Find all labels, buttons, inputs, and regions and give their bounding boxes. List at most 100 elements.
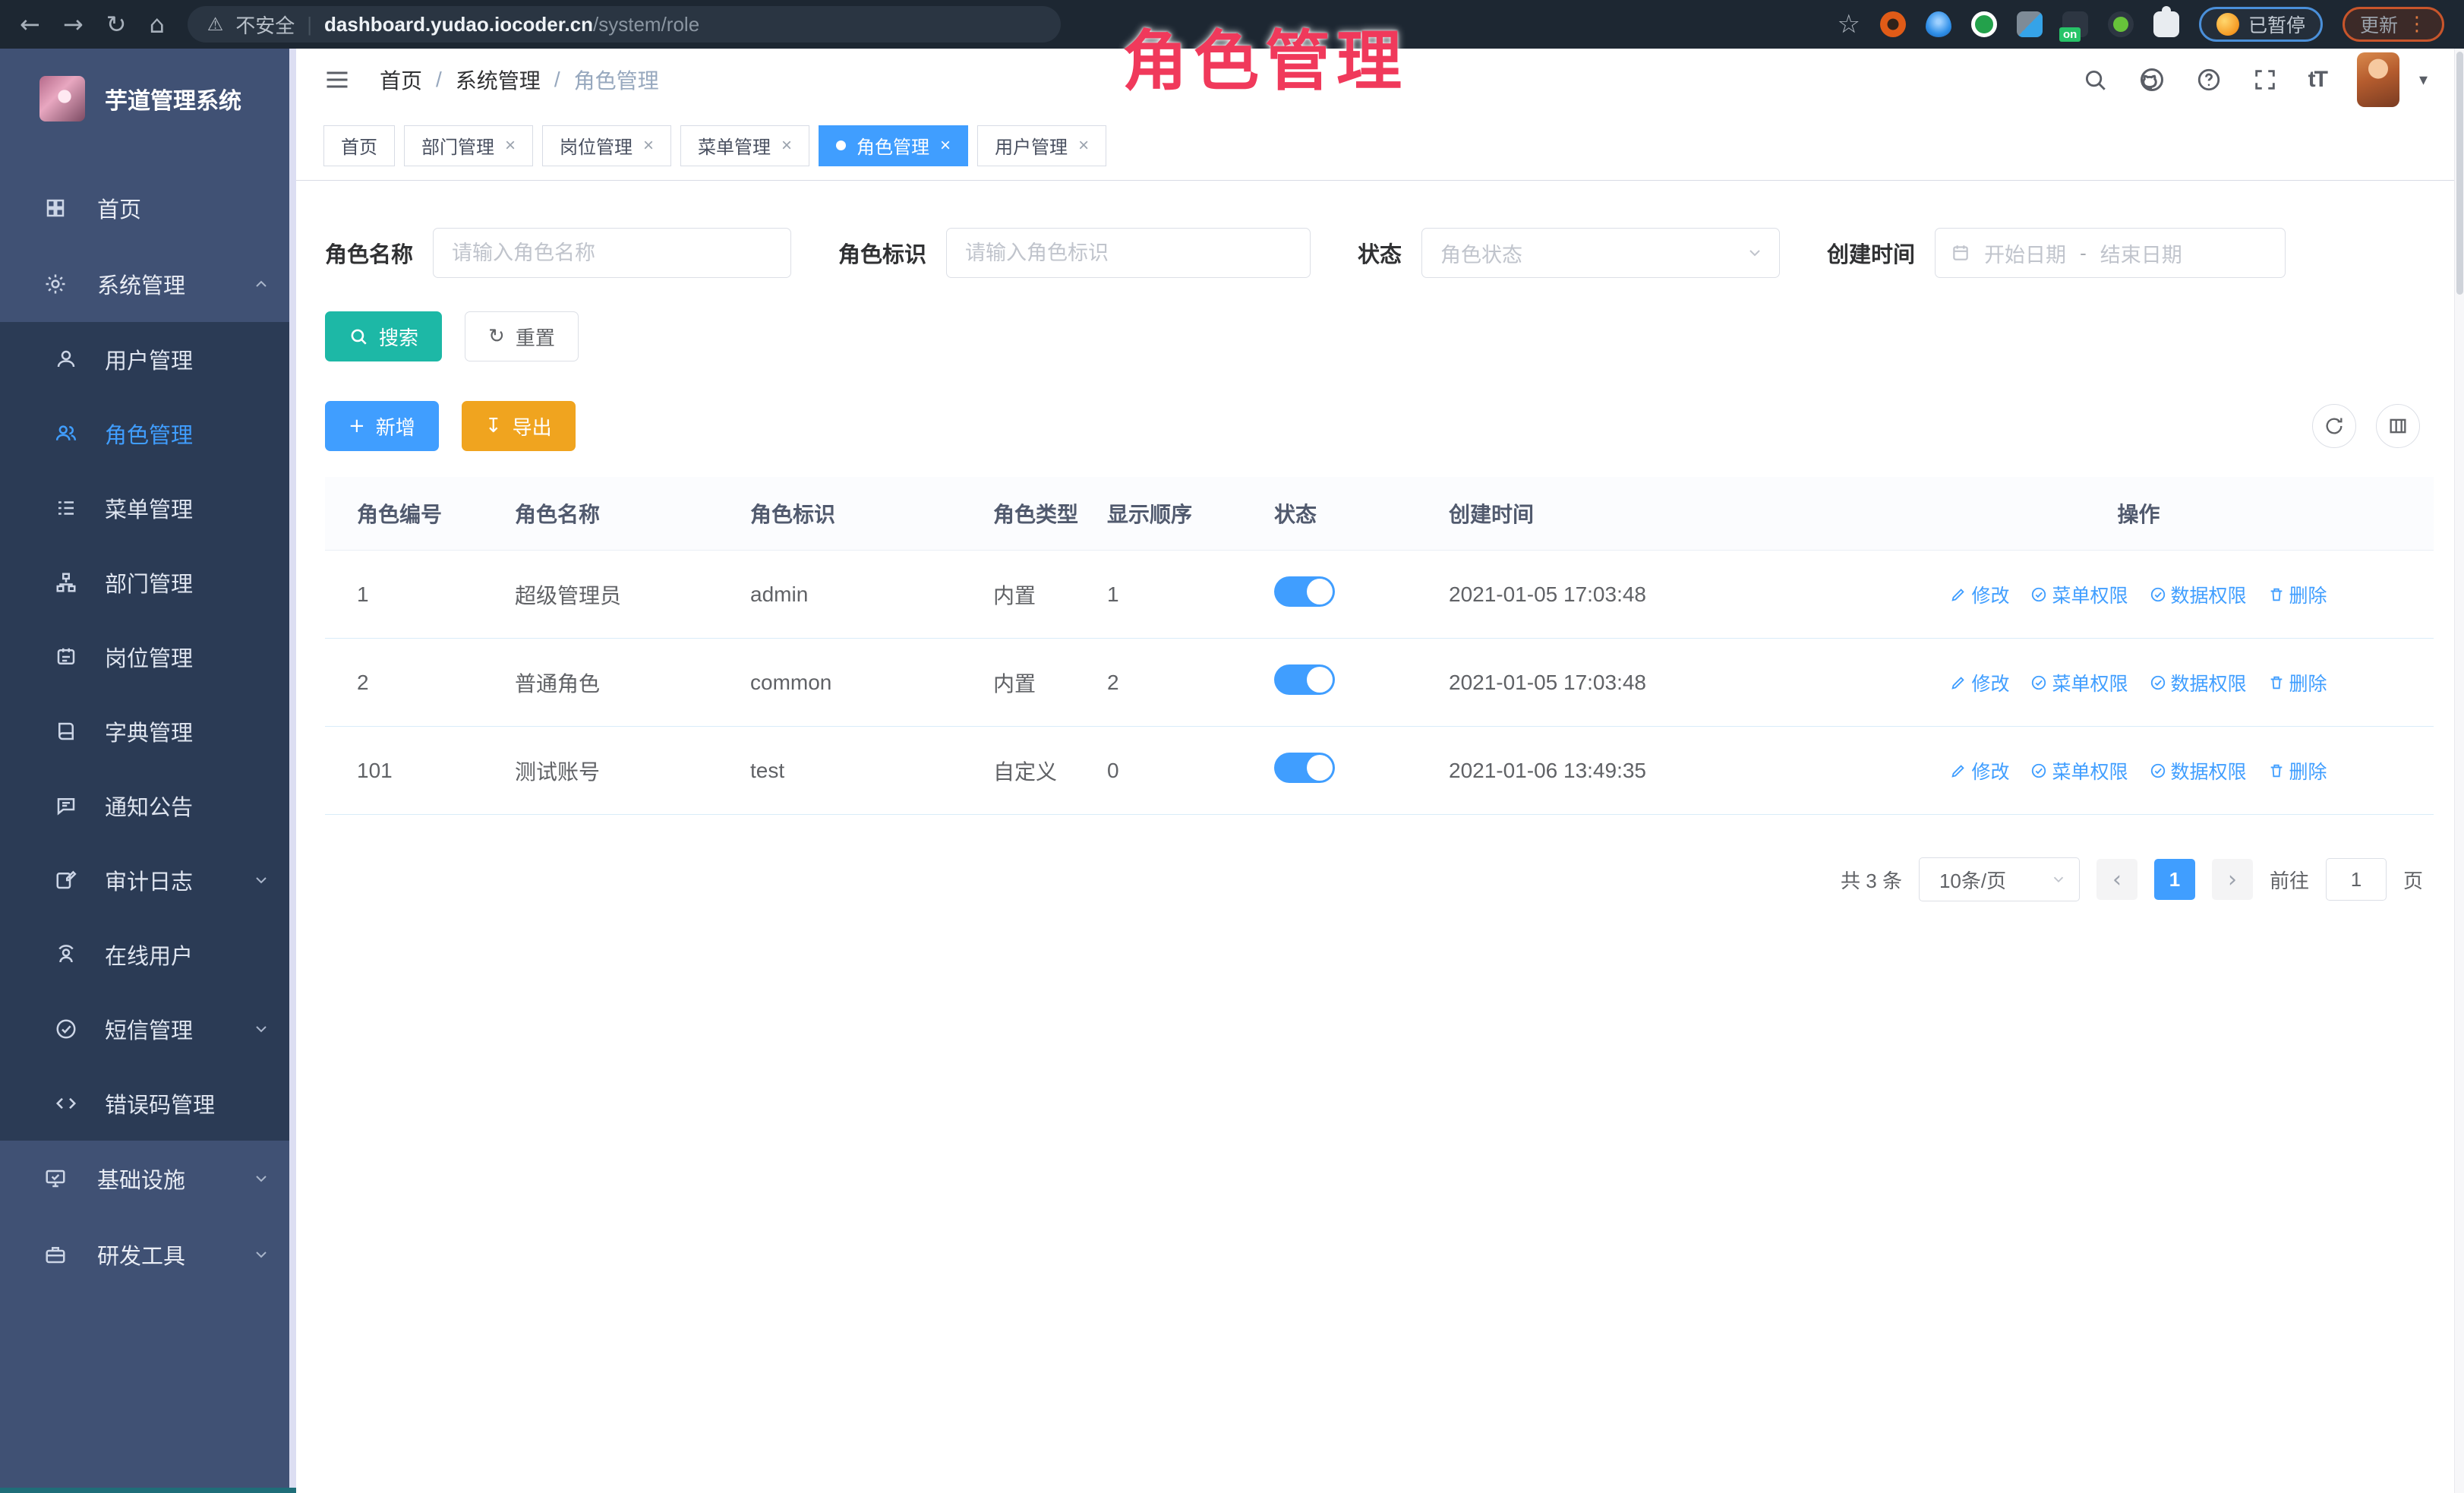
data-permission-link[interactable]: 数据权限 <box>2150 669 2247 696</box>
tab-home[interactable]: 首页 <box>323 125 395 166</box>
extension-sprout-icon[interactable] <box>2108 11 2134 37</box>
help-icon[interactable] <box>2196 67 2222 93</box>
menu-permission-link[interactable]: 菜单权限 <box>2030 757 2128 784</box>
page-size-select[interactable]: 10条/页 <box>1919 857 2080 901</box>
sidebar-item-depts[interactable]: 部门管理 <box>0 545 296 620</box>
cell-role-name: 普通角色 <box>515 639 750 727</box>
table-row: 1 超级管理员 admin 内置 1 2021-01-05 17:03:48 修… <box>325 551 2434 639</box>
edit-role-link[interactable]: 修改 <box>1950 669 2009 696</box>
sidebar-item-home[interactable]: 首页 <box>0 170 296 246</box>
cell-role-key: common <box>750 639 993 727</box>
browser-home-icon[interactable]: ⌂ <box>149 12 164 36</box>
sidebar-item-devtools[interactable]: 研发工具 <box>0 1217 296 1293</box>
sidebar-item-sms[interactable]: 短信管理 <box>0 992 296 1066</box>
goto-label: 前往 <box>2270 866 2309 894</box>
data-permission-link[interactable]: 数据权限 <box>2150 757 2247 784</box>
status-toggle[interactable] <box>1274 576 1335 607</box>
extensions-puzzle-icon[interactable] <box>2153 11 2179 37</box>
toggle-knob <box>1307 755 1333 781</box>
user-avatar[interactable] <box>2357 52 2399 107</box>
user-menu-caret-icon[interactable]: ▾ <box>2419 71 2428 90</box>
address-bar[interactable]: ⚠ 不安全 | dashboard.yudao.iocoder.cn/syste… <box>188 6 1061 43</box>
sidebar-item-dict[interactable]: 字典管理 <box>0 694 296 769</box>
status-toggle[interactable] <box>1274 664 1335 695</box>
close-icon[interactable]: × <box>1078 135 1089 156</box>
sidebar-item-notice[interactable]: 通知公告 <box>0 769 296 843</box>
tab-post[interactable]: 岗位管理× <box>542 125 671 166</box>
current-page-button[interactable]: 1 <box>2154 859 2195 900</box>
breadcrumb-home[interactable]: 首页 <box>380 65 422 95</box>
sidebar-item-posts[interactable]: 岗位管理 <box>0 620 296 694</box>
tab-user[interactable]: 用户管理 × <box>977 125 1106 166</box>
refresh-table-button[interactable] <box>2312 404 2356 448</box>
role-name-input[interactable] <box>452 241 772 265</box>
sidebar-item-error-codes[interactable]: 错误码管理 <box>0 1066 296 1141</box>
search-icon[interactable] <box>2082 67 2108 93</box>
font-size-icon[interactable]: tT <box>2308 67 2327 93</box>
role-key-input[interactable] <box>965 241 1292 265</box>
browser-forward-icon[interactable]: → <box>63 12 84 36</box>
sidebar-item-online-users[interactable]: 在线用户 <box>0 917 296 992</box>
tab-label: 用户管理 <box>995 132 1068 159</box>
sidebar-item-infrastructure[interactable]: 基础设施 <box>0 1141 296 1217</box>
sidebar-item-label: 基础设施 <box>97 1163 185 1195</box>
start-date-placeholder: 开始日期 <box>1984 238 2066 268</box>
extension-grid-icon[interactable] <box>2017 11 2043 37</box>
next-page-button[interactable]: › <box>2212 859 2253 900</box>
delete-role-link[interactable]: 删除 <box>2268 757 2327 784</box>
export-button[interactable]: ↧ 导出 <box>462 401 576 451</box>
browser-menu-icon[interactable]: ⋮ <box>2407 13 2427 36</box>
app-logo-row: 芋道管理系统 <box>0 49 296 149</box>
prev-page-button[interactable]: ‹ <box>2096 859 2137 900</box>
user-icon <box>55 348 77 371</box>
browser-update-button[interactable]: 更新 ⋮ <box>2343 7 2444 42</box>
menu-permission-link[interactable]: 菜单权限 <box>2030 669 2128 696</box>
browser-back-icon[interactable]: ← <box>20 12 40 36</box>
fullscreen-icon[interactable] <box>2252 67 2278 93</box>
search-button[interactable]: 搜索 <box>325 311 442 361</box>
col-role-id: 角色编号 <box>325 477 515 551</box>
refresh-icon: ↻ <box>488 327 505 346</box>
breadcrumb-system[interactable]: 系统管理 <box>456 65 541 95</box>
sidebar-scrollbar[interactable] <box>289 49 296 1493</box>
status-toggle[interactable] <box>1274 753 1335 783</box>
extension-switch-on-icon[interactable] <box>2062 11 2088 37</box>
profile-paused-pill[interactable]: 已暂停 <box>2199 7 2323 42</box>
scrollbar-thumb[interactable] <box>2456 52 2463 295</box>
tab-menu[interactable]: 菜单管理× <box>680 125 809 166</box>
sidebar-item-menus[interactable]: 菜单管理 <box>0 471 296 545</box>
goto-page-input[interactable] <box>2326 858 2387 901</box>
delete-role-link[interactable]: 删除 <box>2268 669 2327 696</box>
extension-green-icon[interactable] <box>1971 11 1997 37</box>
bookmark-star-icon[interactable]: ☆ <box>1837 9 1860 39</box>
menu-permission-link[interactable]: 菜单权限 <box>2030 581 2128 608</box>
tab-dept[interactable]: 部门管理× <box>404 125 533 166</box>
tab-role-active[interactable]: 角色管理× <box>819 125 968 166</box>
sidebar-item-users[interactable]: 用户管理 <box>0 322 296 396</box>
column-settings-button[interactable] <box>2376 404 2420 448</box>
date-range-picker[interactable]: 开始日期 - 结束日期 <box>1935 228 2286 278</box>
sidebar-item-audit-log[interactable]: 审计日志 <box>0 843 296 917</box>
close-icon[interactable]: × <box>643 135 654 156</box>
hamburger-icon[interactable] <box>323 66 351 93</box>
delete-role-link[interactable]: 删除 <box>2268 581 2327 608</box>
extension-gear-icon[interactable] <box>1880 11 1906 37</box>
add-role-button[interactable]: + 新增 <box>325 401 439 451</box>
status-select[interactable]: 角色状态 <box>1421 228 1780 278</box>
browser-reload-icon[interactable]: ↻ <box>106 12 127 36</box>
sidebar-item-roles[interactable]: 角色管理 <box>0 396 296 471</box>
sidebar-item-system[interactable]: 系统管理 <box>0 246 296 322</box>
close-icon[interactable]: × <box>505 135 516 156</box>
sidebar-item-label: 部门管理 <box>105 567 193 598</box>
close-icon[interactable]: × <box>940 135 951 156</box>
extension-drop-icon[interactable] <box>1926 11 1951 37</box>
reset-button[interactable]: ↻ 重置 <box>465 311 579 361</box>
edit-role-link[interactable]: 修改 <box>1950 581 2009 608</box>
github-icon[interactable] <box>2138 66 2166 93</box>
edit-role-link[interactable]: 修改 <box>1950 757 2009 784</box>
close-icon[interactable]: × <box>781 135 792 156</box>
sidebar-item-label: 首页 <box>97 192 141 224</box>
data-permission-link[interactable]: 数据权限 <box>2150 581 2247 608</box>
page-scrollbar[interactable] <box>2454 49 2464 1493</box>
create-time-label: 创建时间 <box>1827 237 1915 269</box>
